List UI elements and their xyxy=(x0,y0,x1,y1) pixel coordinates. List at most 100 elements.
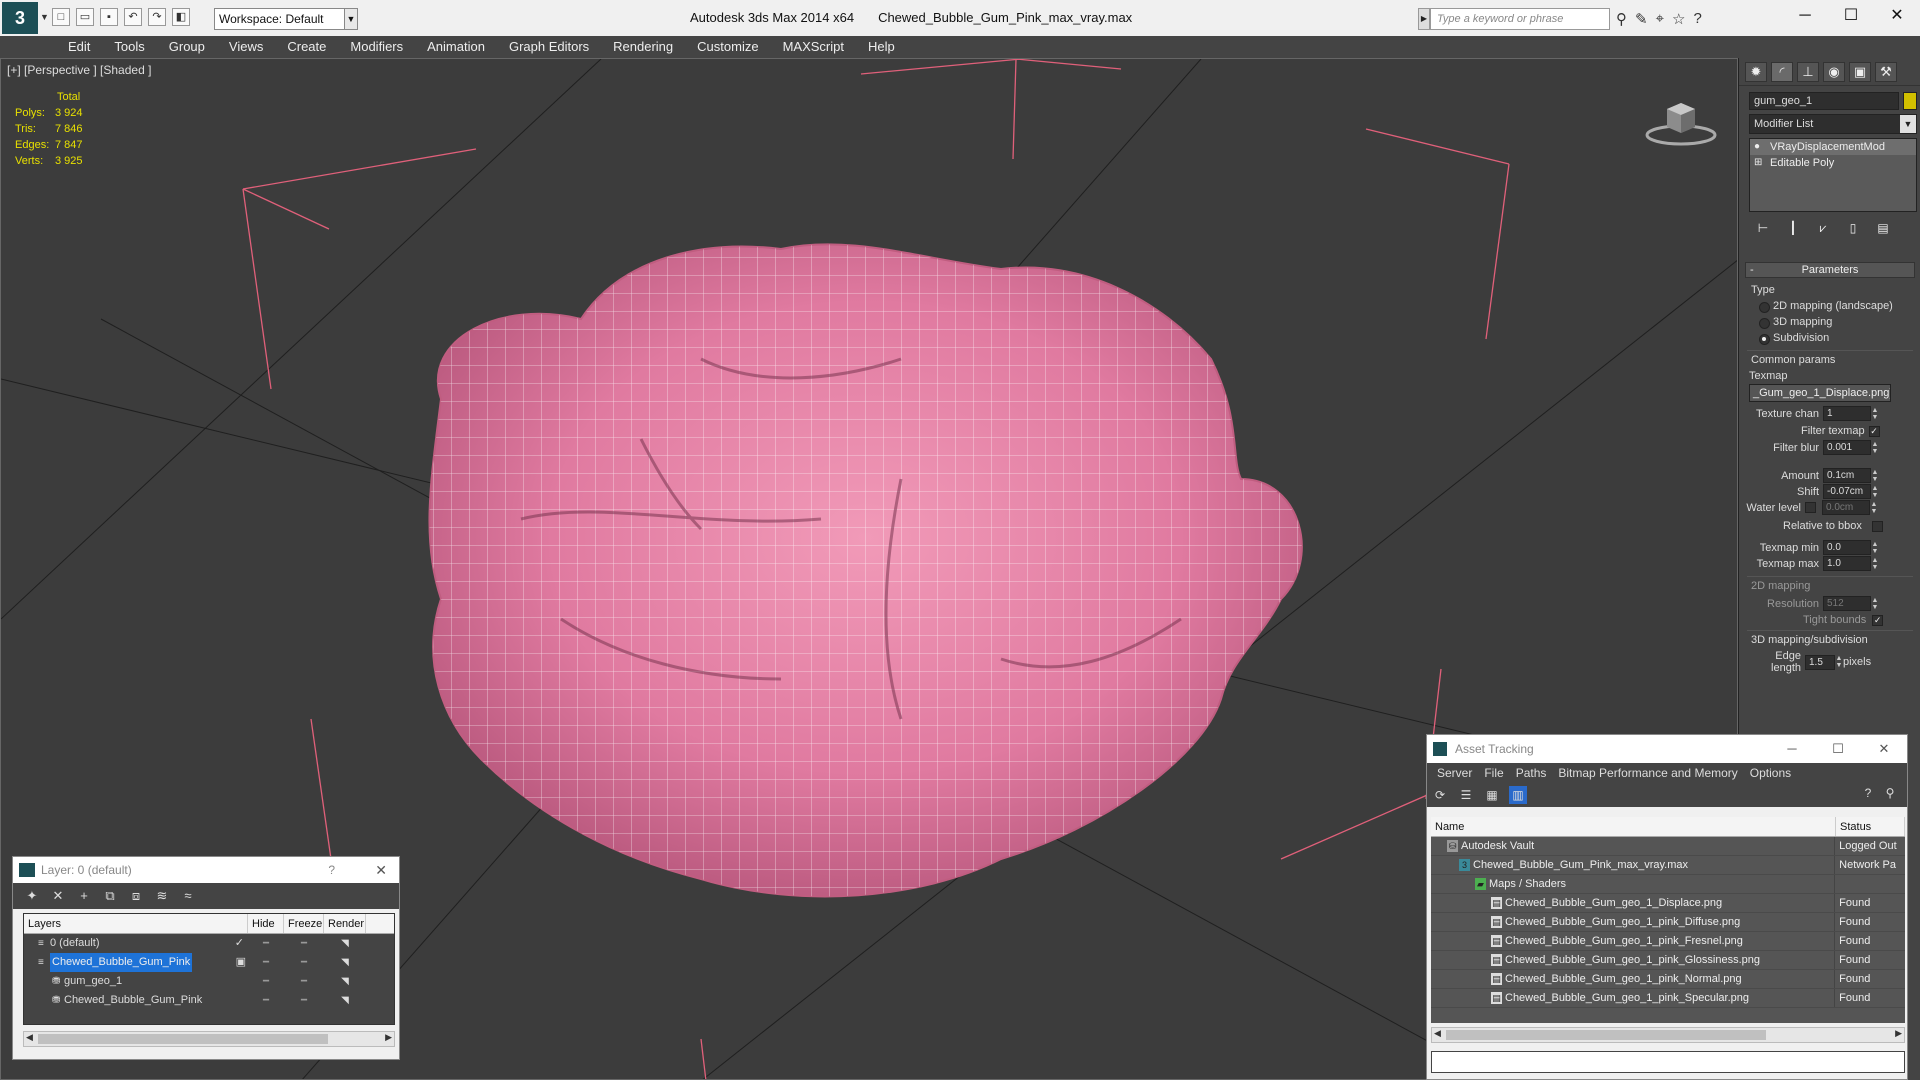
asset-menu-paths[interactable]: Paths xyxy=(1510,763,1553,783)
tight-bounds-checkbox[interactable]: ✓ xyxy=(1872,614,1884,626)
asset-menu-file[interactable]: File xyxy=(1478,763,1509,783)
asset-row[interactable]: ▤ Chewed_Bubble_Gum_geo_1_pink_Diffuse.pn… xyxy=(1431,913,1905,932)
spinner-arrows-icon[interactable]: ▲ ▼ xyxy=(1871,597,1879,611)
radio-subdivision[interactable]: Subdivision xyxy=(1755,332,1829,345)
hierarchy-tab-icon[interactable]: ⊥ xyxy=(1797,62,1819,82)
freeze-toggle-icon[interactable]: ━ xyxy=(284,953,324,972)
binoculars-icon[interactable]: ⚲ xyxy=(1616,10,1627,28)
add-to-active-layer-icon[interactable]: ▣ xyxy=(236,953,246,972)
lightbulb-icon[interactable]: ● xyxy=(1754,139,1760,155)
render-toggle-icon[interactable]: ◥ xyxy=(324,953,366,972)
layer-row[interactable]: ≡ 0 (default) ✓ ━ ━ ◥ xyxy=(24,934,394,953)
render-toggle-icon[interactable]: ◥ xyxy=(324,934,366,953)
asset-window-titlebar[interactable]: Asset Tracking ─ ☐ ✕ xyxy=(1427,735,1907,763)
thumbnail-view-icon[interactable]: ▦ xyxy=(1483,786,1501,804)
make-unique-icon[interactable]: ⩗ xyxy=(1813,218,1833,238)
create-tab-icon[interactable]: ✹ xyxy=(1745,62,1767,82)
horizontal-scrollbar[interactable]: ◀ ▶ xyxy=(1431,1027,1905,1043)
asset-row[interactable]: ▤ Chewed_Bubble_Gum_geo_1_pink_Fresnel.pn… xyxy=(1431,932,1905,951)
search-input[interactable]: Type a keyword or phrase xyxy=(1430,8,1610,30)
spinner-arrows-icon[interactable]: ▲ ▼ xyxy=(1835,655,1843,669)
undo-icon[interactable]: ↶ xyxy=(124,8,142,26)
help-icon[interactable]: ? xyxy=(1693,10,1701,28)
asset-menu-options[interactable]: Options xyxy=(1744,763,1797,783)
edge-length-input[interactable]: 1.5 xyxy=(1805,654,1835,670)
modifier-list-dropdown[interactable]: Modifier List ▼ xyxy=(1749,114,1917,134)
scroll-left-icon[interactable]: ◀ xyxy=(26,1032,33,1043)
menu-create[interactable]: Create xyxy=(275,36,338,58)
hide-toggle-icon[interactable]: ━ xyxy=(248,934,284,953)
menu-edit[interactable]: Edit xyxy=(56,36,102,58)
favorites-star-icon[interactable]: ☆ xyxy=(1672,10,1685,28)
menu-graph-editors[interactable]: Graph Editors xyxy=(497,36,601,58)
spinner-arrows-icon[interactable]: ▲ ▼ xyxy=(1871,557,1879,571)
scroll-right-icon[interactable]: ▶ xyxy=(385,1032,392,1043)
menu-customize[interactable]: Customize xyxy=(685,36,770,58)
open-file-icon[interactable]: ▭ xyxy=(76,8,94,26)
resolution-input[interactable]: 512 xyxy=(1823,596,1871,611)
scroll-left-icon[interactable]: ◀ xyxy=(1434,1028,1441,1039)
freeze-toggle-icon[interactable]: ━ xyxy=(284,972,324,991)
spinner-arrows-icon[interactable]: ▲ ▼ xyxy=(1871,407,1879,421)
spinner-arrows-icon[interactable]: ▲ ▼ xyxy=(1870,501,1878,515)
layer-name[interactable]: gum_geo_1 xyxy=(64,972,122,991)
asset-menu-bitmap-performance-and-memory[interactable]: Bitmap Performance and Memory xyxy=(1552,763,1743,783)
add-to-layer-icon[interactable]: + xyxy=(75,887,93,905)
save-file-icon[interactable]: ▪ xyxy=(100,8,118,26)
column-header-render[interactable]: Render xyxy=(324,914,366,933)
workspace-dropdown[interactable]: Workspace: Default ▼ xyxy=(214,8,358,30)
viewcube[interactable] xyxy=(1641,89,1721,149)
display-tab-icon[interactable]: ▣ xyxy=(1849,62,1871,82)
minimize-button[interactable]: ─ xyxy=(1769,735,1815,763)
close-button[interactable]: ✕ xyxy=(1874,0,1920,32)
spinner-arrows-icon[interactable]: ▲ ▼ xyxy=(1871,541,1879,555)
asset-row[interactable]: ▤ Chewed_Bubble_Gum_geo_1_pink_Glossiness… xyxy=(1431,951,1905,970)
column-header-freeze[interactable]: Freeze xyxy=(284,914,324,933)
pin-stack-icon[interactable]: ⊢ xyxy=(1753,218,1773,238)
maximize-button[interactable]: ☐ xyxy=(1815,735,1861,763)
object-color-swatch[interactable] xyxy=(1903,92,1917,110)
menu-tools[interactable]: Tools xyxy=(102,36,156,58)
water-level-input[interactable]: 0.0cm xyxy=(1822,500,1870,515)
water-level-checkbox[interactable] xyxy=(1805,502,1816,513)
spinner-arrows-icon[interactable]: ▲ ▼ xyxy=(1871,485,1879,499)
configure-sets-icon[interactable]: ▤ xyxy=(1873,218,1893,238)
search-expand-icon[interactable]: ▶ xyxy=(1418,8,1430,30)
create-layer-icon[interactable]: ✦ xyxy=(23,887,41,905)
layer-name[interactable]: 0 (default) xyxy=(50,934,100,953)
refresh-icon[interactable]: ⟳ xyxy=(1431,786,1449,804)
asset-row[interactable]: ▤ Chewed_Bubble_Gum_geo_1_Displace.png Fou… xyxy=(1431,894,1905,913)
menu-views[interactable]: Views xyxy=(217,36,275,58)
hide-toggle-icon[interactable]: ━ xyxy=(248,953,284,972)
stack-item-vraydisplacementmod[interactable]: ● VRayDisplacementMod xyxy=(1750,139,1916,155)
menu-maxscript[interactable]: MAXScript xyxy=(771,36,856,58)
motion-tab-icon[interactable]: ◉ xyxy=(1823,62,1845,82)
freeze-all-layers-icon[interactable]: ≈ xyxy=(179,887,197,905)
menu-group[interactable]: Group xyxy=(157,36,217,58)
minimize-button[interactable]: ─ xyxy=(1782,0,1828,32)
radio-2d-mapping[interactable]: 2D mapping (landscape) xyxy=(1755,300,1893,313)
communication-icon[interactable]: ⌖ xyxy=(1656,10,1664,28)
render-toggle-icon[interactable]: ◥ xyxy=(324,991,366,1010)
menu-rendering[interactable]: Rendering xyxy=(601,36,685,58)
relative-bbox-checkbox[interactable] xyxy=(1871,520,1883,532)
render-toggle-icon[interactable]: ◥ xyxy=(324,972,366,991)
new-file-icon[interactable]: □ xyxy=(52,8,70,26)
spinner-arrows-icon[interactable]: ▲ ▼ xyxy=(1871,469,1879,483)
texmap-button[interactable]: _Gum_geo_1_Displace.png) xyxy=(1749,384,1891,402)
object-name-field[interactable]: gum_geo_1 xyxy=(1749,92,1899,110)
asset-row[interactable]: 3 Chewed_Bubble_Gum_Pink_max_vray.max Netw… xyxy=(1431,856,1905,875)
column-header-status[interactable]: Status xyxy=(1836,817,1905,836)
help-icon[interactable]: ? xyxy=(1859,786,1877,804)
freeze-toggle-icon[interactable]: ━ xyxy=(284,991,324,1010)
layer-name[interactable]: Chewed_Bubble_Gum_Pink xyxy=(64,991,202,1010)
shift-input[interactable]: -0.07cm xyxy=(1823,484,1871,499)
asset-row[interactable]: ▤ Chewed_Bubble_Gum_geo_1_pink_Normal.png… xyxy=(1431,970,1905,989)
layer-row[interactable]: ⛃ gum_geo_1 ━ ━ ◥ xyxy=(24,972,394,991)
select-objects-icon[interactable]: ⧉ xyxy=(101,887,119,905)
layer-row[interactable]: ≡ Chewed_Bubble_Gum_Pink ▣ ━ ━ ◥ xyxy=(24,953,394,972)
scroll-right-icon[interactable]: ▶ xyxy=(1895,1028,1902,1039)
project-folder-icon[interactable]: ◧ xyxy=(172,8,190,26)
scrollbar-thumb[interactable] xyxy=(38,1034,328,1044)
list-view-icon[interactable]: ☰ xyxy=(1457,786,1475,804)
